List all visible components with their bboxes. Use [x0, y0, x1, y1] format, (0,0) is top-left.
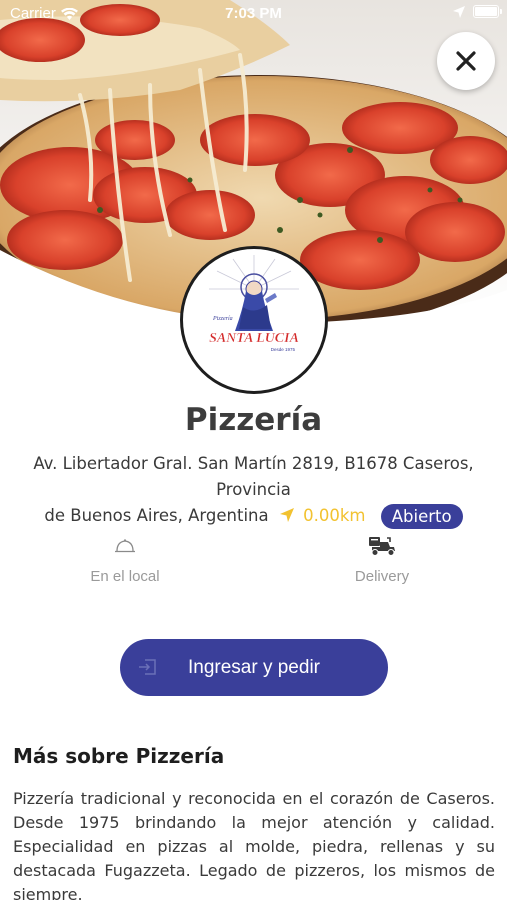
- enter-and-order-label: Ingresar y pedir: [187, 656, 320, 678]
- restaurant-logo: Pizzería SANTA LUCIA Desde 1975: [180, 246, 328, 394]
- status-bar: Carrier 7:03 PM: [0, 0, 507, 28]
- battery-icon: [473, 5, 502, 18]
- address-line-2: de Buenos Aires, Argentina: [44, 506, 269, 525]
- enter-and-order-button[interactable]: Ingresar y pedir: [120, 639, 388, 696]
- logo-top-text: Pizzería: [212, 316, 233, 322]
- dine-in-icon: [115, 539, 135, 553]
- login-icon: [139, 659, 156, 675]
- option-dine-in[interactable]: En el local: [45, 532, 205, 585]
- close-icon: [456, 51, 476, 71]
- open-status-badge: Abierto: [380, 504, 463, 529]
- location-arrow-icon: [279, 508, 294, 522]
- option-delivery[interactable]: Delivery: [302, 532, 462, 585]
- address-line-1: Av. Libertador Gral. San Martín 2819, B1…: [33, 454, 474, 499]
- logo-since: Desde 1975: [271, 347, 296, 352]
- logo-name: SANTA LUCIA: [209, 331, 299, 346]
- about-text: Pizzería tradicional y reconocida en el …: [13, 789, 495, 900]
- address-block: Av. Libertador Gral. San Martín 2819, B1…: [4, 451, 503, 529]
- about-title: Más sobre Pizzería: [13, 744, 225, 768]
- option-dine-in-label: En el local: [90, 568, 160, 585]
- distance-label: 0.00km: [303, 506, 366, 525]
- clock: 7:03 PM: [225, 5, 282, 22]
- delivery-scooter-icon: [369, 537, 395, 556]
- location-arrow-icon: [453, 5, 465, 18]
- restaurant-name: Pizzería: [184, 402, 323, 438]
- santa-lucia-logo: Pizzería SANTA LUCIA Desde 1975: [209, 255, 299, 352]
- option-delivery-label: Delivery: [354, 568, 410, 585]
- close-button[interactable]: [437, 32, 495, 90]
